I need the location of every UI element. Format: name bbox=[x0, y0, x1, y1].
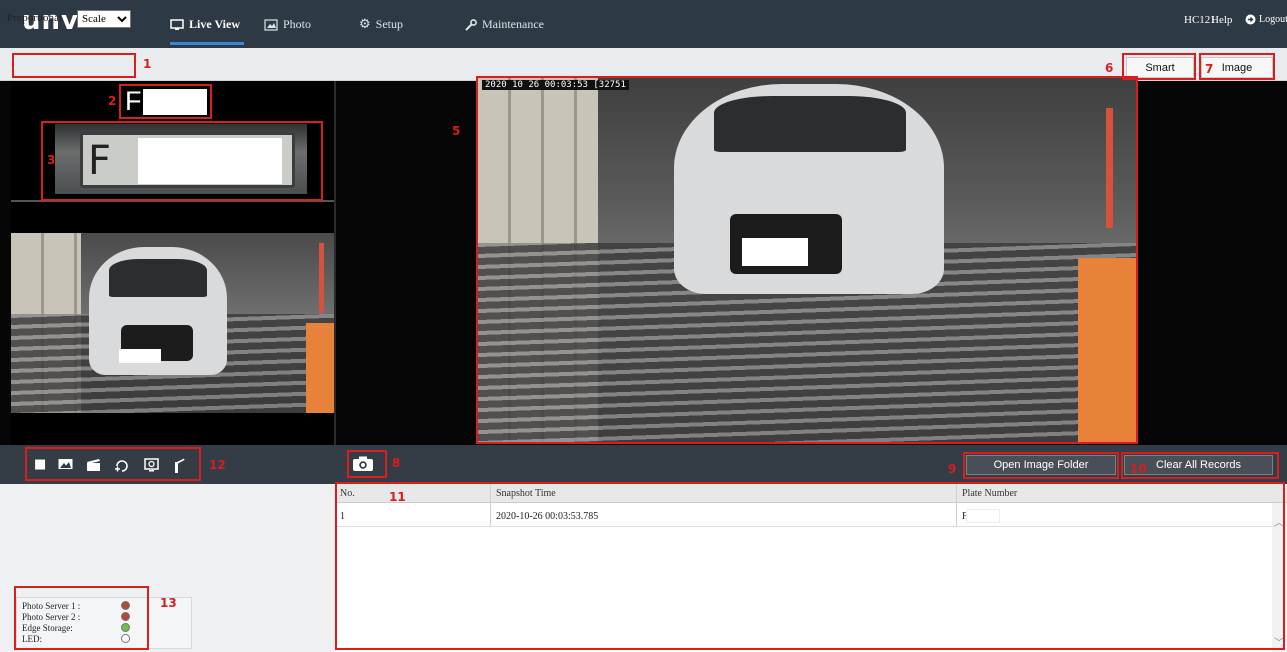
status-label: Edge Storage: bbox=[22, 623, 73, 633]
plate-crop-mask bbox=[138, 138, 282, 184]
nav-label: Photo bbox=[283, 17, 312, 31]
smart-button[interactable]: Smart bbox=[1126, 57, 1194, 78]
panel-separator bbox=[334, 81, 336, 445]
nav-label: Maintenance bbox=[482, 17, 544, 31]
column-divider bbox=[956, 484, 957, 527]
annotation-number-11: 11 bbox=[389, 490, 406, 504]
car-plate-mask bbox=[119, 349, 161, 363]
annotation-number-13: 13 bbox=[160, 596, 177, 610]
plate-mask bbox=[143, 89, 207, 115]
plate-crop-letter: F bbox=[88, 138, 112, 184]
cell-snapshot-time[interactable]: 2020-10-26 00:03:53.785 bbox=[496, 511, 598, 522]
column-header-plate[interactable]: Plate Number bbox=[962, 488, 1017, 499]
scale-select[interactable]: Scale bbox=[77, 10, 131, 28]
logout-icon bbox=[1245, 14, 1256, 25]
scroll-down-icon[interactable]: ﹀ bbox=[1274, 634, 1284, 649]
photo-server-1-led bbox=[121, 601, 130, 610]
light-pole-icon[interactable] bbox=[172, 458, 186, 477]
car-plate-mask bbox=[742, 238, 808, 266]
annotation-number-2: 2 bbox=[108, 94, 117, 108]
barrier-post bbox=[306, 323, 334, 413]
car-windshield bbox=[714, 96, 906, 152]
annotation-number-8: 8 bbox=[392, 456, 401, 470]
plate-letter: F bbox=[125, 86, 142, 116]
gear-icon: ⚙ bbox=[359, 17, 371, 32]
help-link[interactable]: Help bbox=[1211, 14, 1232, 26]
annotation-number-7: 7 bbox=[1205, 62, 1214, 76]
annotation-number-9: 9 bbox=[948, 462, 957, 476]
nav-label: Setup bbox=[375, 17, 403, 31]
annotation-number-6: 6 bbox=[1105, 61, 1114, 75]
column-divider bbox=[490, 484, 491, 527]
column-header-time[interactable]: Snapshot Time bbox=[496, 488, 556, 499]
annotation-number-10: 10 bbox=[1130, 462, 1147, 476]
vehicle-snapshot bbox=[11, 233, 334, 413]
active-tab-indicator bbox=[170, 42, 244, 45]
video-timestamp: 2020 10 26 00:03:53 [32751 bbox=[482, 80, 629, 90]
nav-setup[interactable]: ⚙ Setup bbox=[359, 17, 403, 32]
main-capture-image bbox=[478, 78, 1136, 444]
top-nav: unv Live View Photo ⚙ Setup Maintenance … bbox=[0, 0, 1287, 48]
open-image-folder-button[interactable]: Open Image Folder bbox=[966, 455, 1116, 475]
status-label: Photo Server 2 : bbox=[22, 612, 81, 622]
annotation-number-5: 5 bbox=[452, 124, 461, 138]
wrench-icon bbox=[465, 18, 477, 31]
camera-icon[interactable] bbox=[352, 456, 374, 472]
records-table bbox=[336, 484, 1287, 652]
table-header bbox=[336, 484, 1287, 503]
photo-icon bbox=[264, 18, 278, 31]
plate-cell-mask bbox=[966, 509, 1000, 523]
edge-storage-led bbox=[121, 623, 130, 632]
stop-icon[interactable]: ■ bbox=[34, 458, 46, 472]
zoom-icon[interactable] bbox=[114, 458, 130, 477]
barrier-arm bbox=[319, 243, 324, 313]
photo-server-2-led bbox=[121, 612, 130, 621]
status-label: LED: bbox=[22, 634, 42, 644]
nav-maintenance[interactable]: Maintenance bbox=[465, 17, 544, 32]
scroll-up-icon[interactable]: ︿ bbox=[1274, 514, 1284, 529]
table-row-divider bbox=[336, 526, 1272, 527]
annotation-number-3: 3 bbox=[47, 153, 56, 167]
column-header-no[interactable]: No. bbox=[340, 488, 355, 499]
panel-divider bbox=[11, 200, 334, 202]
digital-zoom-icon[interactable] bbox=[144, 458, 159, 476]
scale-label: Proportional bbox=[7, 12, 62, 24]
logout-link[interactable]: Logout bbox=[1245, 14, 1287, 25]
nav-live-view[interactable]: Live View bbox=[170, 17, 240, 32]
cell-no[interactable]: 1 bbox=[340, 511, 345, 522]
car-windshield bbox=[109, 259, 207, 297]
monitor-icon bbox=[170, 18, 184, 30]
annotation-number-12: 12 bbox=[209, 458, 226, 472]
record-icon[interactable] bbox=[86, 458, 101, 476]
barrier-post bbox=[1078, 258, 1136, 444]
barrier-arm bbox=[1106, 108, 1113, 228]
led-status-led bbox=[121, 634, 130, 643]
view-toolbar bbox=[0, 48, 1287, 81]
nav-label: Live View bbox=[189, 17, 240, 31]
annotation-number-1: 1 bbox=[143, 57, 152, 71]
nav-photo[interactable]: Photo bbox=[264, 17, 311, 32]
snapshot-icon[interactable] bbox=[58, 458, 73, 474]
status-label: Photo Server 1 : bbox=[22, 601, 81, 611]
